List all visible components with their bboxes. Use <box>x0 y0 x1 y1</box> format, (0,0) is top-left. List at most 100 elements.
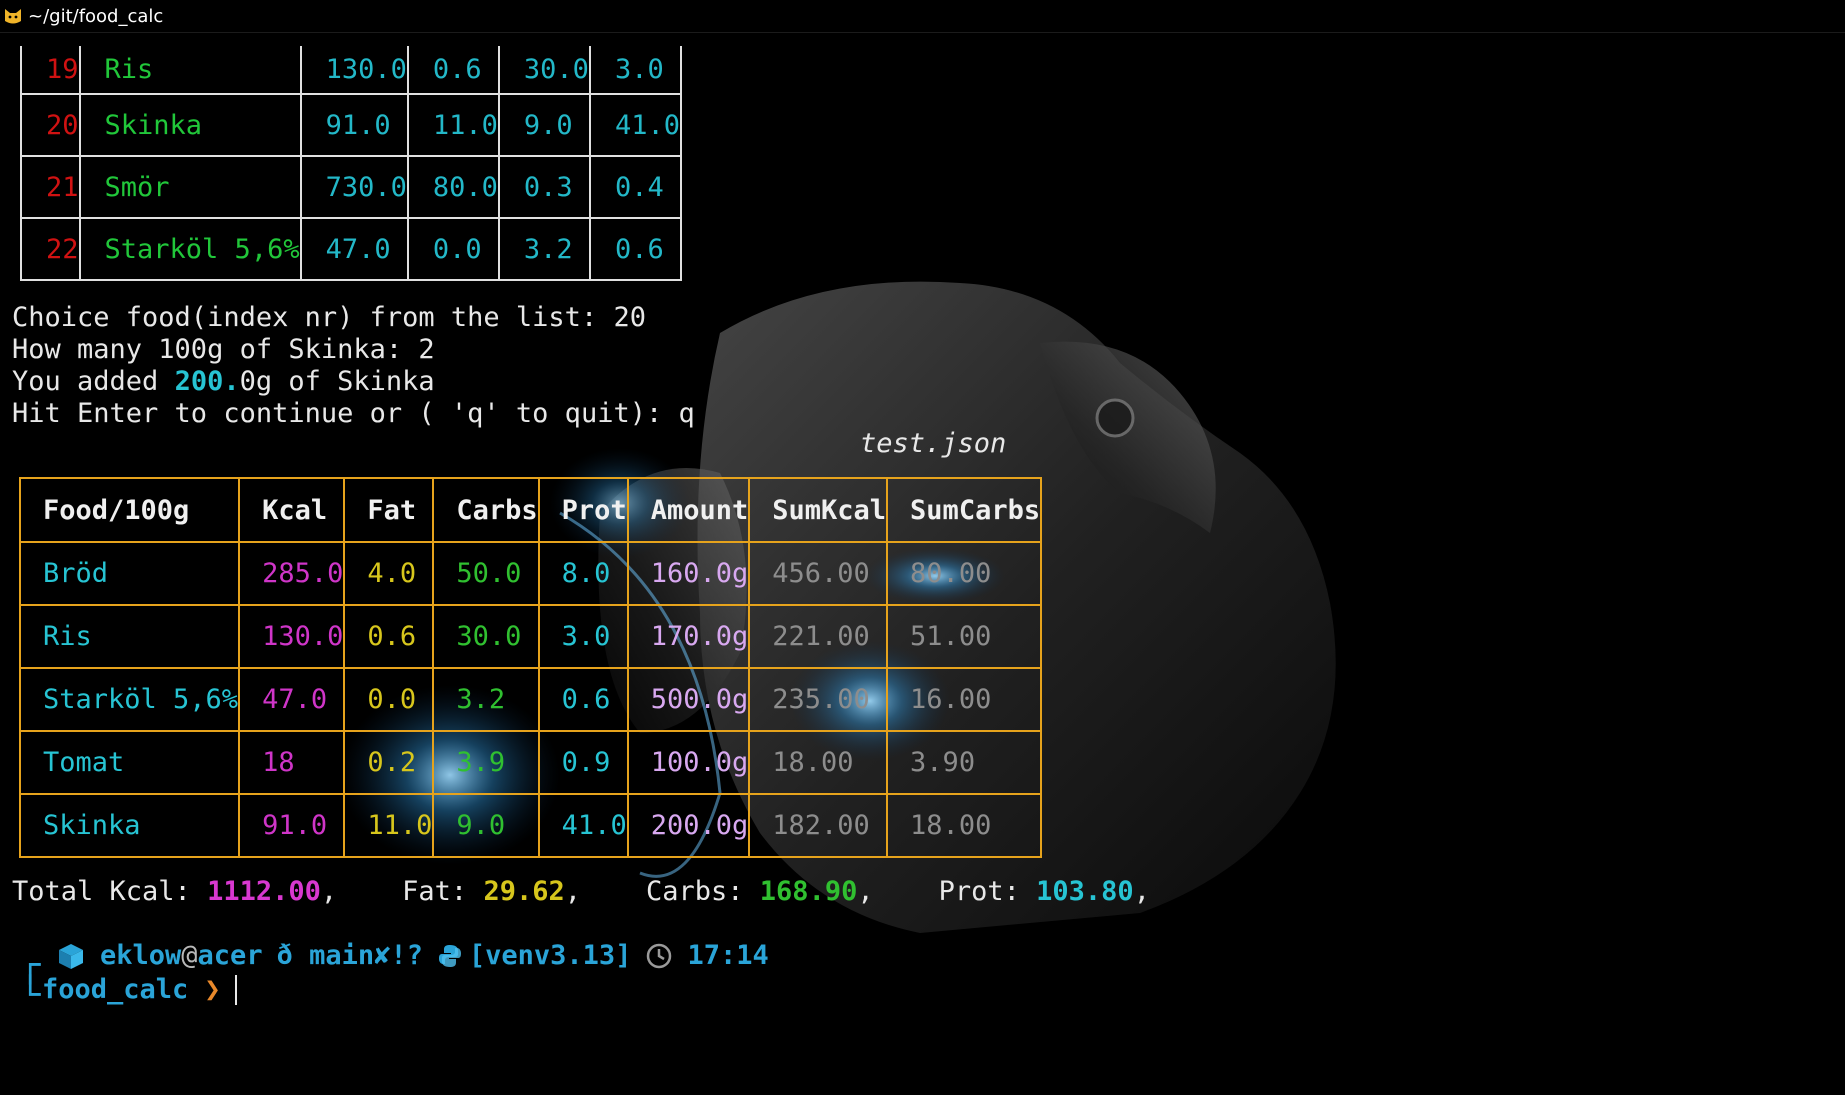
prompt-branch: main✘!? <box>292 940 423 971</box>
prompt-host: acer <box>197 940 263 971</box>
prompt-user: eklow <box>100 940 182 971</box>
table-row: Bröd 285.0 4.0 50.0 8.0 160.0g 456.00 80… <box>18 541 1043 606</box>
row-fat: 11.0 <box>406 93 500 157</box>
table-row: Ris 130.0 0.6 30.0 3.0 170.0g 221.00 51.… <box>18 604 1043 669</box>
cell-fat: 0.6 <box>343 604 435 669</box>
cell-sumcarbs: 51.00 <box>886 604 1043 669</box>
cell-kcal: 130.0 <box>238 604 346 669</box>
added-prefix: You added <box>12 366 175 397</box>
cell-prot: 3.0 <box>537 604 629 669</box>
cell-prot: 0.6 <box>537 667 629 732</box>
cell-food: Tomat <box>18 730 241 795</box>
cell-food: Skinka <box>18 793 241 858</box>
shell-prompt: ┌ └ eklow @ acer ð main✘!? [venv3.13] 17:14 … <box>20 940 769 1095</box>
header-kcal: Kcal <box>238 477 346 543</box>
row-prot: 3.0 <box>588 46 682 95</box>
row-fat: 0.6 <box>406 46 500 95</box>
prompt-time: 17:14 <box>687 940 769 971</box>
cell-food: Bröd <box>18 541 241 606</box>
total-fat-label: , Fat: <box>320 876 484 907</box>
cell-kcal: 18 <box>238 730 346 795</box>
cell-kcal: 285.0 <box>238 541 346 606</box>
row-kcal: 730.0 <box>299 155 409 219</box>
cell-carbs: 9.0 <box>432 793 540 858</box>
total-kcal-label: Total Kcal: <box>12 876 208 907</box>
prompt-bracket: ┌ └ <box>20 948 40 1012</box>
totals-line: Total Kcal: 1112.00, Fat: 29.62, Carbs: … <box>12 876 1150 907</box>
bracket-bottom: └ <box>20 975 41 1015</box>
prompt-at: @ <box>181 940 198 971</box>
total-kcal: 1112.00 <box>207 876 321 907</box>
cell-carbs: 50.0 <box>432 541 540 606</box>
cell-fat: 0.2 <box>343 730 435 795</box>
total-fat: 29.62 <box>483 876 565 907</box>
header-amount: Amount <box>626 477 751 543</box>
header-sumkcal: SumKcal <box>748 477 889 543</box>
table-row: Tomat 18 0.2 3.9 0.9 100.0g 18.00 3.90 <box>18 730 1043 795</box>
table-row: Skinka 91.0 11.0 9.0 41.0 200.0g 182.00 … <box>18 793 1043 858</box>
cat-icon <box>5 9 21 24</box>
row-index: 19 <box>20 46 81 95</box>
header-fat: Fat <box>343 477 435 543</box>
cell-sumcarbs: 18.00 <box>886 793 1043 858</box>
cell-sumkcal: 182.00 <box>748 793 889 858</box>
table-row: 21 Smör 730.0 80.0 0.3 0.4 <box>20 155 682 219</box>
table-header-row: Food/100g Kcal Fat Carbs Prot Amount Sum… <box>18 477 1043 543</box>
cell-sumkcal: 456.00 <box>748 541 889 606</box>
row-name: Skinka <box>78 93 302 157</box>
prompt-directory: food_calc <box>42 974 189 1005</box>
cell-amount: 100.0g <box>626 730 751 795</box>
total-carbs-label: , Carbs: <box>564 876 760 907</box>
prompt-input-line[interactable]: food_calc ❯ <box>42 974 237 1005</box>
row-fat: 80.0 <box>406 155 500 219</box>
row-index: 20 <box>20 93 81 157</box>
header-prot: Prot <box>537 477 629 543</box>
cell-amount: 500.0g <box>626 667 751 732</box>
row-carbs: 30.0 <box>497 46 591 95</box>
row-index: 22 <box>20 217 81 281</box>
cell-carbs: 3.2 <box>432 667 540 732</box>
total-carbs: 168.90 <box>759 876 858 907</box>
row-carbs: 0.3 <box>497 155 591 219</box>
cell-carbs: 3.9 <box>432 730 540 795</box>
prompt-venv: [venv3.13] <box>468 940 632 971</box>
total-prot-label: , Prot: <box>857 876 1037 907</box>
total-trail: , <box>1133 876 1150 907</box>
row-name: Smör <box>78 155 302 219</box>
cell-food: Starköl 5,6% <box>18 667 241 732</box>
table-row: 19 Ris 130.0 0.6 30.0 3.0 <box>20 46 682 95</box>
header-sumcarbs: SumCarbs <box>886 477 1043 543</box>
cell-prot: 8.0 <box>537 541 629 606</box>
row-prot: 0.4 <box>588 155 682 219</box>
text-cursor[interactable] <box>234 974 237 1005</box>
cell-kcal: 91.0 <box>238 793 346 858</box>
window-title: ~/git/food_calc <box>28 5 164 27</box>
window-titlebar: ~/git/food_calc <box>0 0 1845 33</box>
header-food: Food/100g <box>18 477 241 543</box>
row-kcal: 130.0 <box>299 46 409 95</box>
cell-amount: 200.0g <box>626 793 751 858</box>
row-name: Starköl 5,6% <box>78 217 302 281</box>
added-message: You added 200.0g of Skinka <box>12 366 435 397</box>
cell-amount: 160.0g <box>626 541 751 606</box>
header-carbs: Carbs <box>432 477 540 543</box>
cell-sumkcal: 18.00 <box>748 730 889 795</box>
cube-icon <box>59 943 83 969</box>
cell-sumcarbs: 16.00 <box>886 667 1043 732</box>
clock-icon <box>647 943 672 968</box>
cell-sumcarbs: 80.00 <box>886 541 1043 606</box>
choice-prompt: Choice food(index nr) from the list: 20 <box>12 302 646 333</box>
cell-prot: 0.9 <box>537 730 629 795</box>
row-carbs: 3.2 <box>497 217 591 281</box>
summary-table: Food/100g Kcal Fat Carbs Prot Amount Sum… <box>18 477 1043 858</box>
row-fat: 0.0 <box>406 217 500 281</box>
git-branch-icon: ð <box>276 940 293 971</box>
added-suffix: 0g of Skinka <box>239 366 435 397</box>
row-name: Ris <box>78 46 302 95</box>
continue-prompt: Hit Enter to continue or ( 'q' to quit):… <box>12 398 695 429</box>
row-prot: 41.0 <box>588 93 682 157</box>
table-caption: test.json <box>860 428 1007 459</box>
prompt-arrow: ❯ <box>204 974 221 1005</box>
row-carbs: 9.0 <box>497 93 591 157</box>
cell-food: Ris <box>18 604 241 669</box>
